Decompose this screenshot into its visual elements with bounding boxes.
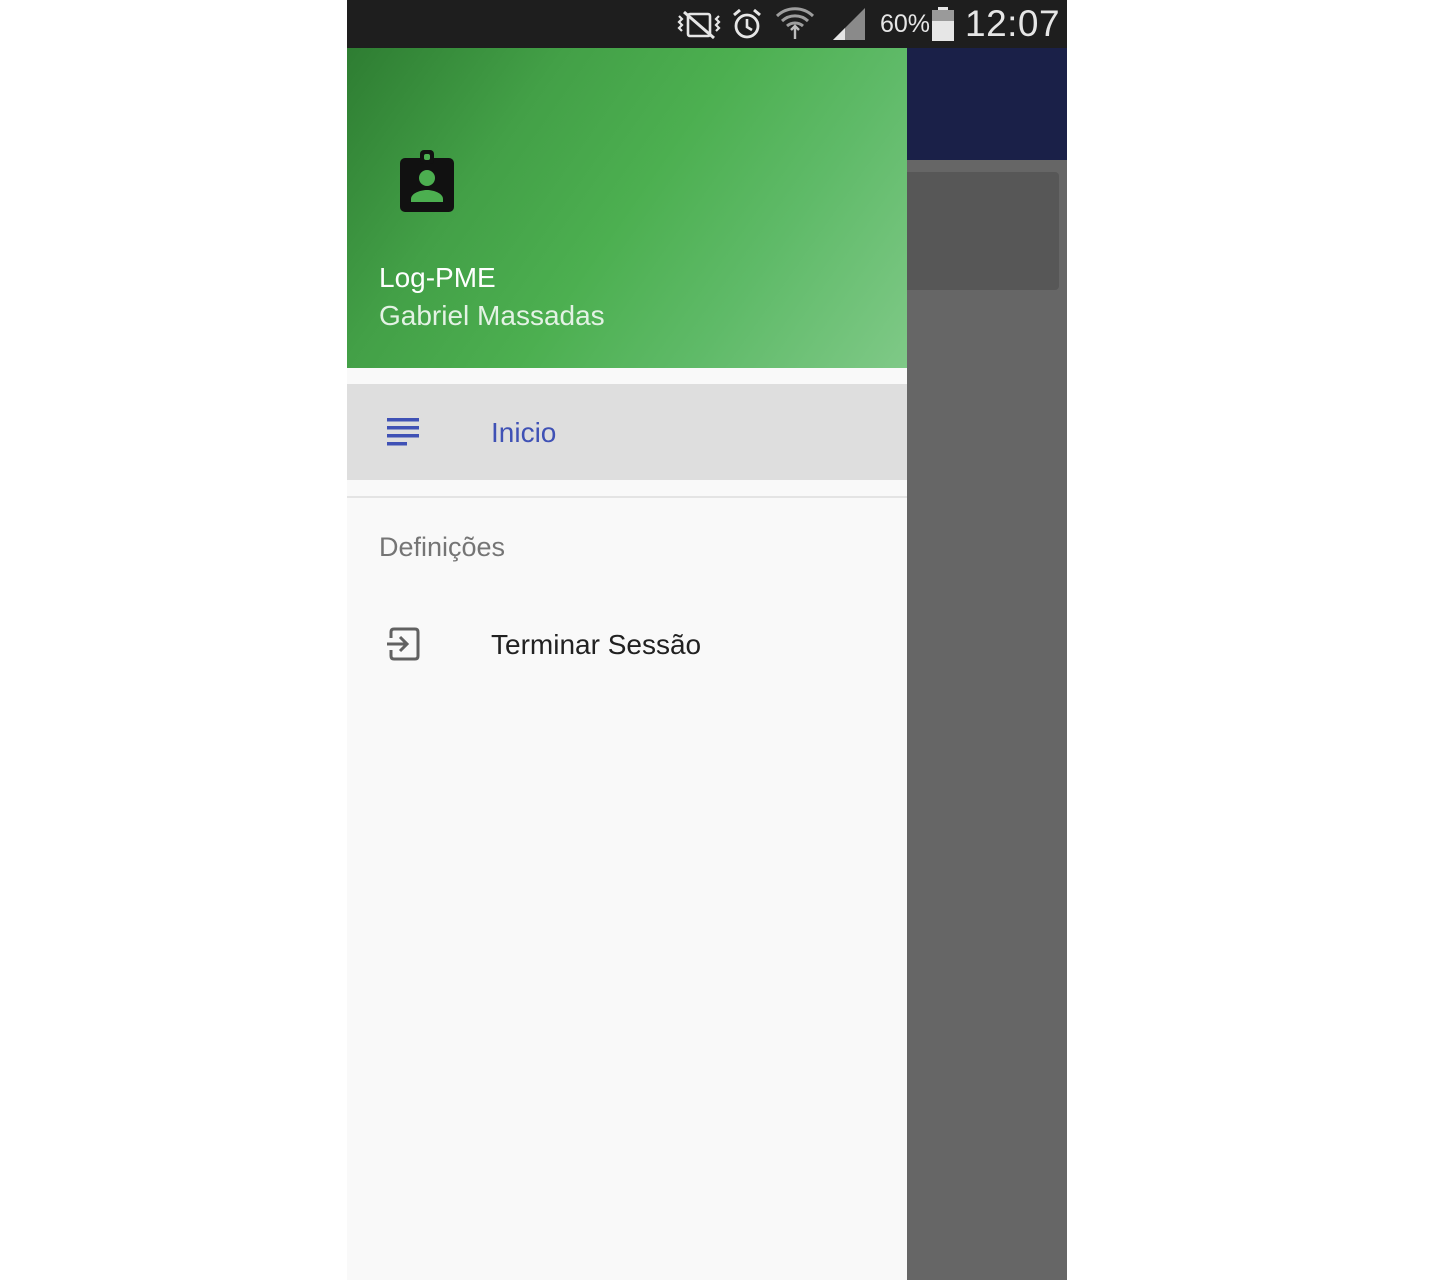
alarm-icon [733, 8, 761, 39]
drawer-header: Log-PME Gabriel Massadas [347, 48, 907, 368]
navigation-drawer: Log-PME Gabriel Massadas Inicio Definiçõ… [347, 48, 907, 1280]
wifi-icon [775, 7, 815, 39]
battery-percent: 60% [880, 10, 931, 38]
nav-item-label: Inicio [491, 417, 557, 448]
status-bar: 60% 12:07 [347, 0, 1067, 48]
signal-icon [833, 8, 865, 40]
nav-item-inicio[interactable]: Inicio [347, 384, 907, 480]
nav-item-terminar-sessao[interactable]: Terminar Sessão [347, 596, 907, 692]
phone-screen: 60% 12:07 Log-PME Gabriel Massadas Inici… [347, 0, 1067, 1280]
battery-icon [932, 7, 954, 41]
list-icon [387, 418, 419, 446]
background-card [895, 172, 1059, 290]
clock: 12:07 [965, 3, 1061, 44]
app-title: Log-PME [379, 262, 496, 293]
divider [347, 496, 907, 498]
account-badge-icon [400, 150, 454, 212]
nav-item-label: Terminar Sessão [491, 629, 702, 660]
vibrate-mute-icon [677, 10, 721, 40]
section-header-definicoes: Definições [379, 532, 506, 562]
user-name: Gabriel Massadas [379, 300, 605, 331]
logout-icon [387, 627, 420, 661]
